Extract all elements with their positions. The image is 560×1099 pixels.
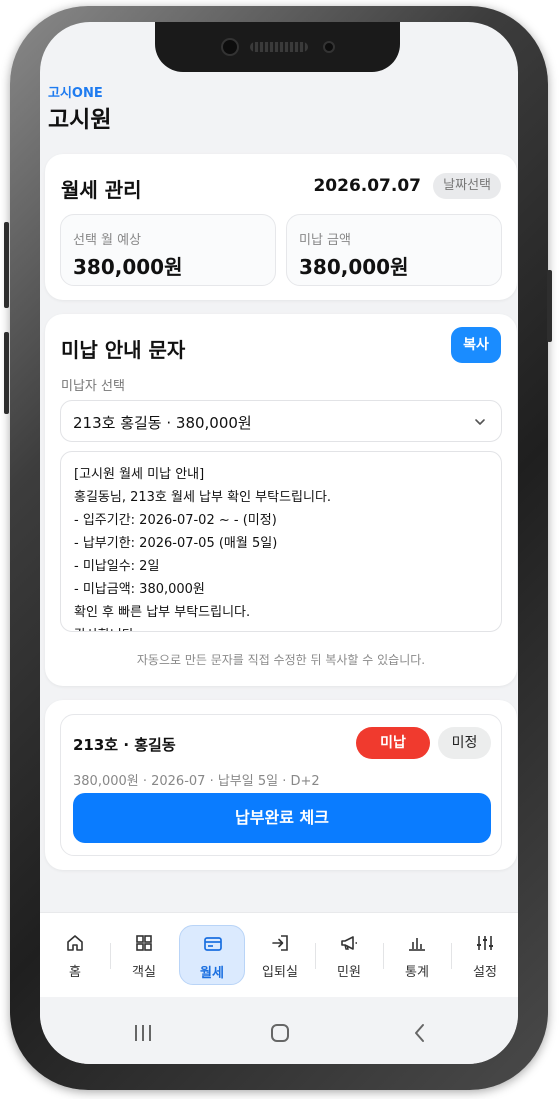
status-pending-badge[interactable]: 미정 [438,727,491,759]
tab-home[interactable]: 홈 [42,925,108,985]
unpaid-label: 미납 금액 [299,233,351,248]
message-line: 확인 후 빠른 납부 부탁드립니다. [74,605,251,620]
message-line: 홍길동님, 213호 월세 납부 확인 부탁드립니다. [74,490,332,505]
tab-rent[interactable]: 월세 [179,925,245,985]
debtor-select-value: 213호 홍길동 · 380,000원 [73,414,252,432]
bottom-tab-bar: 홈 객실 월세 입퇴실 민원 통계 설정 [40,912,518,997]
date-select-button[interactable]: 날짜선택 [433,173,501,199]
message-line: - 입주기간: 2026-07-02 ~ - (미정) [74,513,277,528]
tenant-list-card: 213호 · 홍길동 미납 미정 380,000원 · 2026-07 · 납부… [45,700,517,870]
recent-apps-icon[interactable] [132,1023,154,1043]
unpaid-amount-box: 미납 금액 380,000원 [286,214,502,286]
home-nav-icon[interactable] [269,1022,291,1044]
notice-card-title: 미납 안내 문자 [61,338,186,362]
tab-move-in-out[interactable]: 입퇴실 [247,925,313,985]
speaker-grille [250,42,308,52]
home-icon [67,935,83,951]
rent-card-title: 월세 관리 [61,178,142,202]
tenant-item: 213호 · 홍길동 미납 미정 380,000원 · 2026-07 · 납부… [60,714,502,856]
front-camera-icon [221,38,239,56]
expected-label: 선택 월 예상 [73,233,142,248]
status-unpaid-badge[interactable]: 미납 [356,727,430,759]
unpaid-value: 380,000원 [299,255,409,279]
copy-button[interactable]: 복사 [451,327,501,363]
message-hint: 자동으로 만든 문자를 직접 수정한 뒤 복사할 수 있습니다. [136,653,426,667]
screen: 고시ONE 고시원 월세 관리 2026.07.07 날짜선택 선택 월 예상 … [40,22,518,1064]
message-line: 감사합니다. [74,624,138,631]
card-icon [204,937,222,951]
tab-label: 홈 [69,965,81,980]
current-date: 2026.07.07 [313,176,421,196]
enter-icon [272,935,288,951]
tab-label: 객실 [132,965,156,980]
message-line: [고시원 월세 미납 안내] [74,467,205,482]
chevron-down-icon [475,419,485,425]
sliders-icon [477,936,493,950]
megaphone-icon [341,936,357,950]
chart-icon [409,938,425,951]
expected-value: 380,000원 [73,255,183,279]
tenant-room-name: 213호 · 홍길동 [73,736,176,754]
payment-complete-button[interactable]: 납부완료 체크 [73,793,491,843]
tab-label: 통계 [405,965,429,980]
tab-label: 설정 [473,965,497,980]
rent-summary-card: 월세 관리 2026.07.07 날짜선택 선택 월 예상 380,000원 미… [45,154,517,300]
tab-statistics[interactable]: 통계 [384,925,450,985]
message-line: - 미납금액: 380,000원 [74,582,205,597]
sensor-icon [323,41,335,53]
volume-down-button [4,332,9,414]
tab-label: 입퇴실 [262,965,298,980]
volume-up-button [4,222,9,308]
tab-complaints[interactable]: 민원 [316,925,382,985]
tab-rooms[interactable]: 객실 [111,925,177,985]
tenant-meta: 380,000원 · 2026-07 · 납부일 5일 · D+2 [73,774,320,789]
debtor-select-label: 미납자 선택 [61,379,125,394]
camera-notch [155,22,400,72]
tab-label: 월세 [200,966,224,981]
debtor-select[interactable]: 213호 홍길동 · 380,000원 [60,400,502,442]
expected-amount-box: 선택 월 예상 380,000원 [60,214,276,286]
message-line: - 미납일수: 2일 [74,559,160,574]
grid-icon [136,935,152,951]
brand-label: 고시ONE [48,86,103,101]
tab-settings[interactable]: 설정 [452,925,518,985]
page-title: 고시원 [48,107,112,133]
system-nav-bar [40,997,518,1064]
back-icon[interactable] [412,1022,428,1044]
power-button [547,270,552,342]
notice-message-card: 미납 안내 문자 복사 미납자 선택 213호 홍길동 · 380,000원 [… [45,314,517,686]
tab-label: 민원 [337,965,361,980]
message-textarea[interactable]: [고시원 월세 미납 안내] 홍길동님, 213호 월세 납부 확인 부탁드립니… [60,451,502,632]
message-line: - 납부기한: 2026-07-05 (매월 5일) [74,536,278,551]
